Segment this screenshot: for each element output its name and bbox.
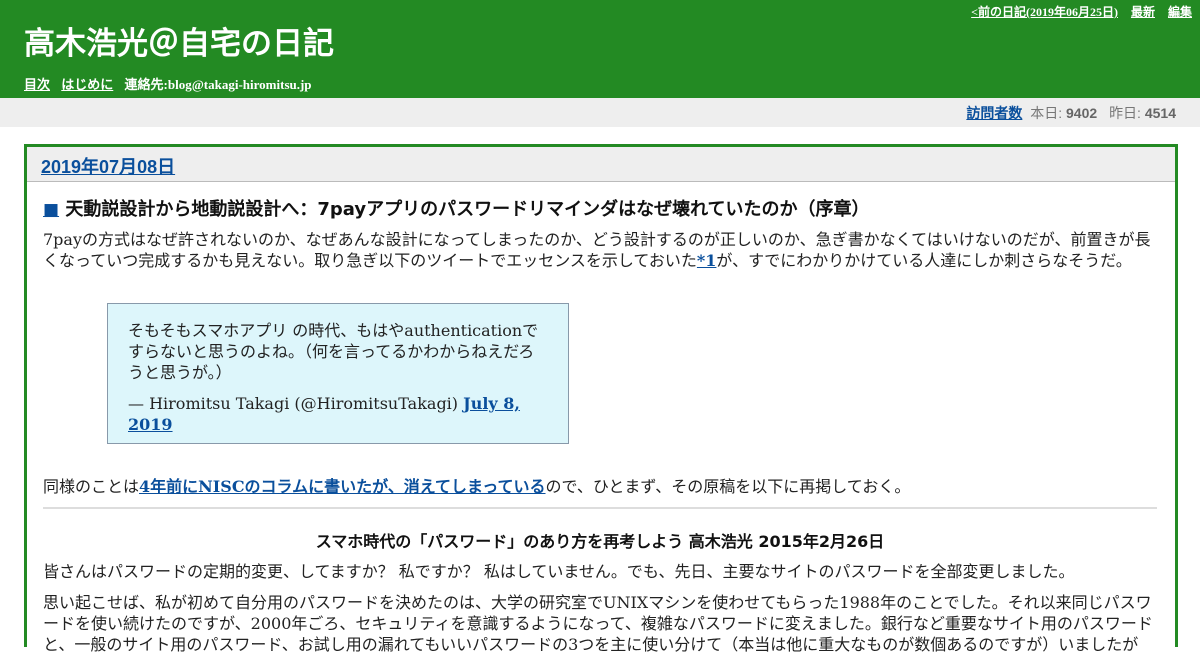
diary-day: 2019年07月08日 ■ 天動説設計から地動説設計へ：7payアプリのパスワー… <box>24 144 1178 654</box>
yesterday-label: 昨日: <box>1109 105 1141 121</box>
today-count: 9402 <box>1066 105 1098 121</box>
toc-link[interactable]: 目次 <box>24 77 50 92</box>
column-title: スマホ時代の「パスワード」のあり方を再考しよう 高木浩光 2015年2月26日 <box>315 532 885 551</box>
intro-paragraph: 7payの方式はなぜ許されないのか、なぜあんな設計になってしまったのか、どう設計… <box>43 229 1157 271</box>
footnote-link[interactable]: *1 <box>697 251 717 270</box>
top-links: <前の日記(2019年06月25日) 最新 編集 <box>961 3 1192 20</box>
divider <box>43 507 1157 509</box>
column-paragraph-1: 皆さんはパスワードの定期的変更、してますか？ 私ですか？ 私はしていません。でも… <box>43 562 1075 581</box>
today-label: 本日: <box>1030 105 1063 121</box>
edit-link[interactable]: 編集 <box>1168 5 1192 19</box>
prev-diary-link[interactable]: <前の日記(2019年06月25日) <box>971 5 1118 19</box>
intro-text-end: が、すでにわかりかけている人達にしか刺さらなそうだ。 <box>716 251 1132 270</box>
day-content: ■ 天動説設計から地動説設計へ：7payアプリのパスワードリマインダはなぜ壊れて… <box>43 197 1157 655</box>
repost-text-end: ので、ひとまず、その原稿を以下に再掲しておく。 <box>545 477 911 496</box>
repost-paragraph: 同様のことは4年前にNISCのコラムに書いたが、消えてしまっているので、ひとまず… <box>43 476 1157 497</box>
tweet-author: — Hiromitsu Takagi (@HiromitsuTakagi) <box>128 394 459 413</box>
contact-info: 連絡先:blog@takagi-hiromitsu.jp <box>124 77 312 92</box>
day-date-link[interactable]: 2019年07月08日 <box>41 157 175 177</box>
nisc-column-link[interactable]: 4年前にNISCのコラムに書いたが、消えてしまっている <box>139 477 546 496</box>
latest-link[interactable]: 最新 <box>1131 5 1155 19</box>
visitor-count-link[interactable]: 訪問者数 <box>966 105 1022 121</box>
day-header: 2019年07月08日 <box>27 147 1175 182</box>
intro-link[interactable]: はじめに <box>61 77 113 92</box>
embedded-tweet: そもそもスマホアプリ の時代、もはやauthenticationですらないと思う… <box>107 303 569 444</box>
visitor-counter: 訪問者数 本日: 9402 昨日: 4514 <box>966 103 1176 123</box>
repost-text: 同様のことは <box>43 477 140 496</box>
counter-bar: 訪問者数 本日: 9402 昨日: 4514 <box>0 98 1200 127</box>
section-anchor-link[interactable]: ■ <box>43 200 59 220</box>
tweet-byline: — Hiromitsu Takagi (@HiromitsuTakagi) Ju… <box>128 393 548 435</box>
sub-nav: 目次 はじめに 連絡先:blog@takagi-hiromitsu.jp <box>24 74 312 93</box>
column-paragraph-2: 思い起こせば、私が初めて自分用のパスワードを決めたのは、大学の研究室でUNIXマ… <box>43 593 1153 654</box>
site-header: <前の日記(2019年06月25日) 最新 編集 高木浩光＠自宅の日記 目次 は… <box>0 0 1200 98</box>
site-title: 高木浩光＠自宅の日記 <box>24 26 334 62</box>
section-title-text: 天動説設計から地動説設計へ：7payアプリのパスワードリマインダはなぜ壊れていた… <box>65 199 870 220</box>
day-date: 2019年07月08日 <box>41 153 175 179</box>
yesterday-count: 4514 <box>1144 105 1176 121</box>
tweet-text: そもそもスマホアプリ の時代、もはやauthenticationですらないと思う… <box>128 321 539 382</box>
section-title: ■ 天動説設計から地動説設計へ：7payアプリのパスワードリマインダはなぜ壊れて… <box>43 197 1157 223</box>
